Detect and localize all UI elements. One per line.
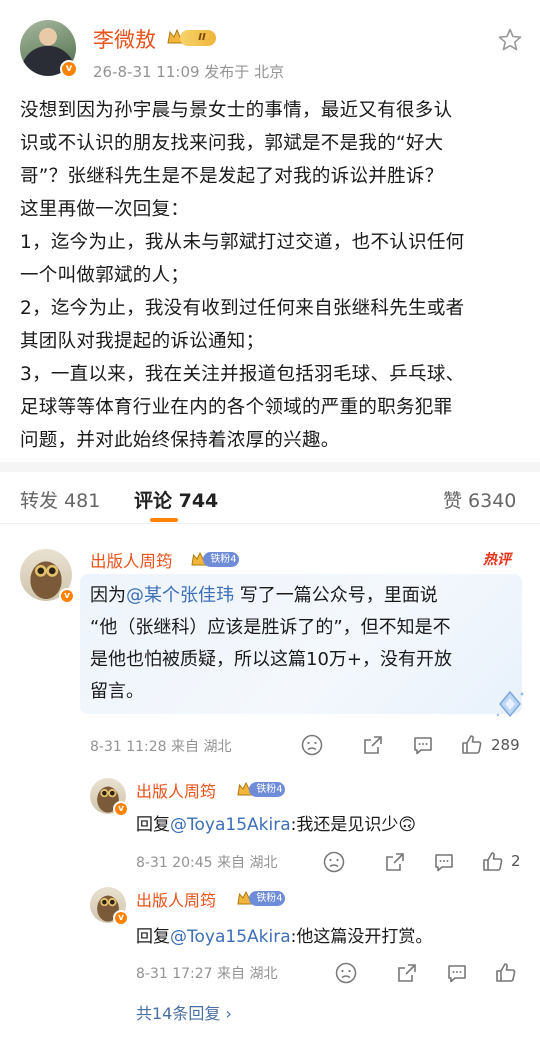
reply-prefix: 回复 [136,815,170,835]
dislike-face-icon[interactable] [322,850,346,874]
comment-text-span: 因为 [90,585,126,606]
author-name[interactable]: 李微敖 [93,24,156,54]
verified-badge-icon: v [113,910,129,926]
comment-text: 因为@某个张佳玮 写了一篇公众号，里面说 “他（张继科）应该是胜诉了的”，但不知… [90,580,452,708]
reply-prefix: 回复 [136,927,170,947]
share-icon[interactable] [383,850,407,874]
comment-line: 留言。 [90,681,144,702]
comment-bubble-icon[interactable] [445,961,469,985]
fan-badge-label: 铁粉4 [249,782,285,797]
verified-badge-icon: v [59,588,75,604]
thumbs-up-icon[interactable] [460,733,484,757]
share-icon[interactable] [361,733,385,757]
comment-line: “他（张继科）应该是胜诉了的”，但不知是不 [90,617,451,638]
like-count: 289 [491,736,520,754]
share-icon[interactable] [395,961,419,985]
mention-link[interactable]: @Toya15Akira [170,927,291,947]
tab-repost[interactable]: 转发 481 [20,486,100,513]
comment-bubble-icon[interactable] [411,733,435,757]
commenter-name[interactable]: 出版人周筠 [90,548,173,572]
hot-comment-tag: 热评 [483,552,511,568]
reply-text: 回复@Toya15Akira:我还是见识少🙃 [136,810,416,835]
comment-bubble-icon[interactable] [432,850,456,874]
reply-meta: 8-31 20:45 来自 湖北 [136,855,278,871]
reply-avatar[interactable]: v [90,887,129,926]
author-avatar[interactable]: v [20,20,78,78]
verified-badge-icon: v [113,801,129,817]
post-line: 2，迄今为止，我没有收到过任何来自张继科先生或者 [20,298,465,319]
mention-link[interactable]: @Toya15Akira [170,815,291,835]
fan-badge-label: 铁粉4 [203,552,239,567]
dog-face-emoji-icon: 🙃 [398,815,417,835]
section-divider [0,462,540,472]
reply-author-name[interactable]: 出版人周筠 [136,778,216,802]
level-badge-label: II [180,30,216,46]
star-icon[interactable] [497,27,523,53]
post-line: 哥”？张继科先生是不是发起了对我的诉讼并胜诉？ [20,166,444,187]
reply-text: 回复@Toya15Akira:他这篇没开打赏。 [136,922,432,947]
commenter-avatar[interactable]: v [20,549,75,604]
reply-author-name[interactable]: 出版人周筠 [136,887,216,911]
post-body: 没想到因为孙宇晨与景女士的事情，最近又有很多认 识或不认识的朋友找来问我，郭斌是… [20,94,525,457]
post-line: 其团队对我提起的诉讼通知； [20,331,265,352]
verified-badge-icon: v [60,60,78,78]
thumbs-up-icon[interactable] [481,850,505,874]
post-line: 足球等等体育行业在内的各个领域的严重的职务犯罪 [20,397,453,418]
tab-comment[interactable]: 评论 744 [134,486,218,513]
diamond-sparkle-icon [496,690,524,718]
post-line: 问题，并对此始终保持着浓厚的兴趣。 [20,430,340,451]
post-header: v 李微敖 II 26-8-31 11:09 发布于 北京 [0,0,540,90]
post-line: 一个叫做郭斌的人； [20,265,190,286]
dislike-face-icon[interactable] [300,733,324,757]
comment-line: 是他也怕被质疑，所以这篇10万+，没有开放 [90,649,452,670]
reply-body: :我还是见识少 [290,815,399,835]
post-line: 3，一直以来，我在关注并报道包括羽毛球、乒乓球、 [20,364,465,385]
thumbs-up-icon[interactable] [494,961,518,985]
tab-like[interactable]: 赞 6340 [443,486,516,513]
reply-meta: 8-31 17:27 来自 湖北 [136,966,278,982]
comment-line: 因为@某个张佳玮 写了一篇公众号，里面说 [90,580,452,612]
fan-badge-label: 铁粉4 [249,891,285,906]
reply-body: :他这篇没开打赏。 [290,927,433,947]
more-replies-link[interactable]: 共14条回复 › [136,1000,232,1024]
post-line: 这里再做一次回复： [20,199,190,220]
post-line: 没想到因为孙宇晨与景女士的事情，最近又有很多认 [20,100,453,121]
level-badge[interactable]: II [166,26,218,48]
comment-text-span: 写了一篇公众号，里面说 [234,585,438,606]
active-tab-indicator [150,518,178,522]
reply-like-count: 2 [511,852,521,870]
post-line: 识或不认识的朋友找来问我，郭斌是不是我的“好大 [20,133,444,154]
post-line: 1，迄今为止，我从未与郭斌打过交道，也不认识任何 [20,232,465,253]
dislike-face-icon[interactable] [334,961,358,985]
mention-link[interactable]: @某个张佳玮 [126,585,234,606]
interaction-tabs: 转发 481 评论 744 赞 6340 [0,472,540,524]
reply-avatar[interactable]: v [90,778,129,817]
comment-meta: 8-31 11:28 来自 湖北 [90,739,232,755]
post-meta: 26-8-31 11:09 发布于 北京 [93,63,285,81]
